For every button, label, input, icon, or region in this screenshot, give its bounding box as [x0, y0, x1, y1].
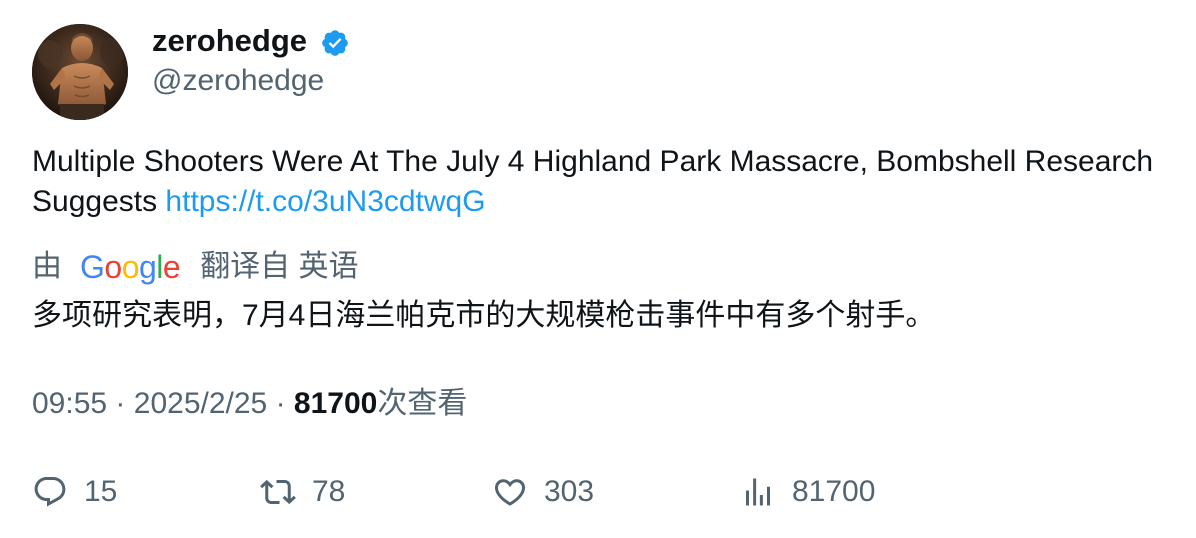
avatar-image	[32, 24, 128, 120]
translated-text: 多项研究表明，7月4日海兰帕克市的大规模枪击事件中有多个射手。	[32, 299, 936, 332]
tweet-meta: 09:55 · 2025/2/25 · 81700次查看	[32, 384, 467, 424]
tweet-text: Multiple Shooters Were At The July 4 Hig…	[32, 142, 1162, 222]
like-count: 303	[544, 475, 595, 508]
analytics-icon	[746, 478, 770, 506]
retweet-icon	[260, 479, 296, 505]
meta-separator: ·	[115, 387, 126, 420]
reply-count: 15	[84, 475, 118, 508]
translation-attribution: 由 Google 翻译自 英语	[32, 247, 359, 287]
retweet-button[interactable]: 78	[260, 470, 345, 514]
reply-button[interactable]: 15	[32, 470, 117, 514]
views-label: 次查看	[377, 387, 468, 420]
action-bar: 15 78 303 81700	[32, 470, 1132, 514]
heart-icon	[494, 479, 526, 506]
views-button[interactable]: 81700	[740, 470, 875, 514]
tweet-link[interactable]: https://t.co/3uN3cdtwqG	[165, 185, 485, 218]
display-name[interactable]: zerohedge	[152, 22, 307, 60]
tweet-time[interactable]: 09:55	[32, 387, 107, 420]
retweet-count: 78	[312, 475, 346, 508]
reply-icon	[34, 477, 66, 507]
translated-from-label[interactable]: 翻译自 英语	[200, 247, 358, 287]
meta-separator: ·	[275, 387, 286, 420]
avatar[interactable]	[32, 24, 128, 120]
tweet-date[interactable]: 2025/2/25	[134, 387, 267, 420]
verified-badge-icon	[322, 30, 348, 56]
like-button[interactable]: 303	[492, 470, 594, 514]
google-logo: Google	[80, 249, 181, 285]
views-action-count: 81700	[792, 475, 876, 508]
translation-by-label: 由	[32, 250, 62, 283]
views-count: 81700	[293, 387, 378, 420]
user-handle[interactable]: @zerohedge	[152, 62, 324, 100]
